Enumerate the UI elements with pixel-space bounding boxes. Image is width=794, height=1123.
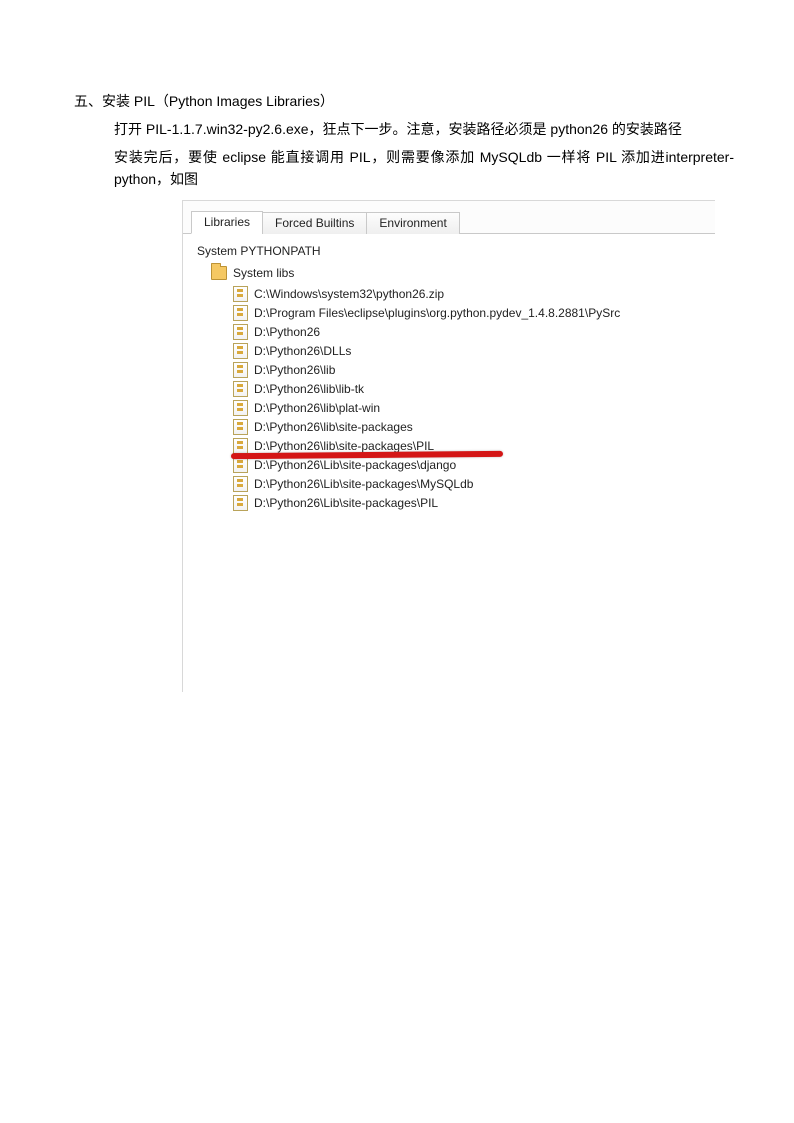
tree-item-label: D:\Python26\lib	[254, 363, 335, 377]
panel-body: System PYTHONPATH System libs C:\Windows…	[183, 234, 715, 692]
tree-item-python26[interactable]: D:\Python26	[233, 322, 703, 341]
tree-item-label: D:\Python26\Lib\site-packages\MySQLdb	[254, 477, 473, 491]
tree-item-dlls[interactable]: D:\Python26\DLLs	[233, 341, 703, 360]
tree-item-python26-zip[interactable]: C:\Windows\system32\python26.zip	[233, 284, 703, 303]
tree-item-label: D:\Python26\Lib\site-packages\django	[254, 458, 456, 472]
tree-item-label: C:\Windows\system32\python26.zip	[254, 287, 444, 301]
tree-item-pil-uppercase[interactable]: D:\Python26\Lib\site-packages\PIL	[233, 493, 703, 512]
tree-root-label: System libs	[233, 266, 294, 280]
archive-icon	[233, 438, 248, 454]
panel-heading: System PYTHONPATH	[197, 244, 703, 258]
archive-icon	[233, 286, 248, 302]
archive-icon	[233, 400, 248, 416]
tree-item-label: D:\Python26\lib\plat-win	[254, 401, 380, 415]
section-paragraph-1: 打开 PIL-1.1.7.win32-py2.6.exe，狂点下一步。注意，安装…	[114, 118, 734, 140]
archive-icon	[233, 305, 248, 321]
tree-item-label: D:\Python26\Lib\site-packages\PIL	[254, 496, 438, 510]
tab-label: Libraries	[204, 215, 250, 229]
archive-icon	[233, 419, 248, 435]
tab-environment[interactable]: Environment	[366, 212, 459, 234]
tree-item-pil-lowercase[interactable]: D:\Python26\lib\site-packages\PIL	[233, 436, 703, 455]
tab-forced-builtins[interactable]: Forced Builtins	[262, 212, 367, 234]
archive-icon	[233, 343, 248, 359]
tree-item-lib[interactable]: D:\Python26\lib	[233, 360, 703, 379]
tree-item-label: D:\Python26\lib\lib-tk	[254, 382, 364, 396]
pythonpath-tree: System libs C:\Windows\system32\python26…	[195, 266, 703, 512]
tree-item-lib-tk[interactable]: D:\Python26\lib\lib-tk	[233, 379, 703, 398]
eclipse-pythonpath-panel: Libraries Forced Builtins Environment Sy…	[182, 200, 715, 692]
tree-item-label: D:\Python26\lib\site-packages\PIL	[254, 439, 434, 453]
section-title: 五、安装 PIL（Python Images Libraries）	[74, 90, 734, 112]
tree-item-mysqldb[interactable]: D:\Python26\Lib\site-packages\MySQLdb	[233, 474, 703, 493]
tree-item-label: D:\Python26\lib\site-packages	[254, 420, 413, 434]
tree-item-label: D:\Python26\DLLs	[254, 344, 351, 358]
archive-icon	[233, 476, 248, 492]
tree-children: C:\Windows\system32\python26.zip D:\Prog…	[211, 284, 703, 512]
tree-item-pysrc[interactable]: D:\Program Files\eclipse\plugins\org.pyt…	[233, 303, 703, 322]
tab-bar: Libraries Forced Builtins Environment	[183, 201, 715, 234]
folder-icon	[211, 266, 227, 280]
tab-libraries[interactable]: Libraries	[191, 211, 263, 234]
archive-icon	[233, 362, 248, 378]
section-paragraph-2: 安装完后，要使 eclipse 能直接调用 PIL，则需要像添加 MySQLdb…	[114, 146, 734, 190]
archive-icon	[233, 495, 248, 511]
tree-item-label: D:\Program Files\eclipse\plugins\org.pyt…	[254, 306, 620, 320]
document-page: 五、安装 PIL（Python Images Libraries） 打开 PIL…	[0, 0, 794, 692]
tree-item-plat-win[interactable]: D:\Python26\lib\plat-win	[233, 398, 703, 417]
tab-label: Environment	[379, 216, 446, 230]
tree-item-site-packages[interactable]: D:\Python26\lib\site-packages	[233, 417, 703, 436]
tree-root-system-libs[interactable]: System libs	[211, 266, 703, 280]
tab-label: Forced Builtins	[275, 216, 354, 230]
tree-item-label: D:\Python26	[254, 325, 320, 339]
archive-icon	[233, 324, 248, 340]
archive-icon	[233, 381, 248, 397]
